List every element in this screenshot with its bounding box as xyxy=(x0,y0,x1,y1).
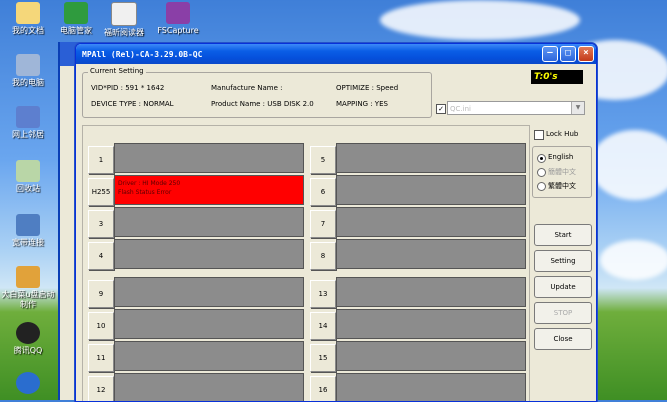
port-button-9[interactable]: 9 xyxy=(88,280,114,308)
vid-pid-value: VID*PID : 591 * 1642 xyxy=(91,84,165,92)
port-status-9 xyxy=(114,277,304,307)
desktop-icon-qq[interactable]: 腾讯QQ xyxy=(0,322,56,356)
tos-logo: T:0's xyxy=(531,70,583,84)
network-icon xyxy=(16,106,40,128)
archive-icon xyxy=(166,2,190,24)
desktop-icon-fscapture[interactable]: FSCapture xyxy=(150,2,206,36)
computer-icon xyxy=(16,54,40,76)
current-setting-group xyxy=(82,72,432,118)
minimize-button[interactable]: – xyxy=(542,46,558,62)
port-button-1[interactable]: 1 xyxy=(88,146,114,174)
desktop-icon-my-computer[interactable]: 我的电脑 xyxy=(0,54,56,88)
desktop-icon-label: 电脑管家 xyxy=(60,26,92,35)
port-status-16 xyxy=(336,373,526,401)
ini-checkbox[interactable]: ✓ xyxy=(436,104,446,114)
cloud xyxy=(590,130,667,200)
desktop-icon-label: 我的文档 xyxy=(12,26,44,35)
port-button-14[interactable]: 14 xyxy=(310,312,336,340)
desktop-icon-label: 回收站 xyxy=(16,184,40,193)
setting-button[interactable]: Setting xyxy=(534,250,592,272)
port-button-10[interactable]: 10 xyxy=(88,312,114,340)
window-titlebar[interactable]: MPAll (Rel)-CA-3.29.0B-QC – □ × xyxy=(76,44,596,64)
update-button[interactable]: Update xyxy=(534,276,592,298)
desktop-icon-search[interactable] xyxy=(0,372,56,396)
desktop-icon-label: 网上邻居 xyxy=(12,130,44,139)
penguin-icon xyxy=(16,322,40,344)
port-button-6[interactable]: 6 xyxy=(310,178,336,206)
connection-icon xyxy=(16,214,40,236)
language-label-traditional: 繁體中文 xyxy=(548,182,576,190)
desktop-icon-label: 我的电脑 xyxy=(12,78,44,87)
maximize-button[interactable]: □ xyxy=(560,46,576,62)
desktop-icon-recycle-bin[interactable]: 回收站 xyxy=(0,160,56,194)
language-radio-traditional[interactable] xyxy=(537,182,546,191)
ports-panel: 1 H255 Driver : HI Mode 250 Flash Status… xyxy=(82,125,530,401)
start-button[interactable]: Start xyxy=(534,224,592,246)
ini-file-value: QC.ini xyxy=(450,105,471,113)
folder-icon xyxy=(16,2,40,24)
port-status-14 xyxy=(336,309,526,339)
port-status-10 xyxy=(114,309,304,339)
language-radio-simplified[interactable] xyxy=(537,168,546,177)
port-status-8 xyxy=(336,239,526,269)
port-status-11 xyxy=(114,341,304,371)
desktop-icon-usb-maker[interactable]: 大白菜u盘启动制作 xyxy=(0,266,56,310)
device-type-value: DEVICE TYPE : NORMAL xyxy=(91,100,174,108)
usb-icon xyxy=(16,266,40,288)
port-button-11[interactable]: 11 xyxy=(88,344,114,372)
desktop-icon-foxit[interactable]: 福昕阅读器 xyxy=(96,2,152,38)
lock-hub-label: Lock Hub xyxy=(546,130,579,138)
language-label-simplified: 簡體中文 xyxy=(548,168,576,176)
desktop-icon-label: 福昕阅读器 xyxy=(104,28,144,37)
port-button-8[interactable]: 8 xyxy=(310,242,336,270)
manufacture-value: Manufacture Name : xyxy=(211,84,283,92)
port-status-13 xyxy=(336,277,526,307)
desktop-icon-network[interactable]: 网上邻居 xyxy=(0,106,56,140)
pdf-icon xyxy=(111,2,137,26)
port-button-16[interactable]: 16 xyxy=(310,376,336,401)
port-status-6 xyxy=(336,175,526,205)
port-status-7 xyxy=(336,207,526,237)
cloud xyxy=(380,0,580,40)
port-button-3[interactable]: 3 xyxy=(88,210,114,238)
port-status-2: Driver : HI Mode 250 Flash Status Error xyxy=(114,175,304,205)
ini-file-select[interactable]: QC.ini ▼ xyxy=(447,101,585,115)
port-button-4[interactable]: 4 xyxy=(88,242,114,270)
language-label-english: English xyxy=(548,153,574,161)
search-icon xyxy=(16,372,40,394)
port-button-7[interactable]: 7 xyxy=(310,210,336,238)
port-button-13[interactable]: 13 xyxy=(310,280,336,308)
product-name-value: Product Name : USB DISK 2.0 xyxy=(211,100,314,108)
desktop-icon-label: 腾讯QQ xyxy=(13,346,43,355)
port-button-12[interactable]: 12 xyxy=(88,376,114,401)
language-radio-english[interactable] xyxy=(537,154,546,163)
port-status-12 xyxy=(114,373,304,401)
close-window-button[interactable]: × xyxy=(578,46,594,62)
recycle-bin-icon xyxy=(16,160,40,182)
mpall-window: MPAll (Rel)-CA-3.29.0B-QC – □ × Current … xyxy=(75,43,597,402)
current-setting-label: Current Setting xyxy=(88,67,146,75)
port-button-5[interactable]: 5 xyxy=(310,146,336,174)
port-button-15[interactable]: 15 xyxy=(310,344,336,372)
port-button-2[interactable]: H255 xyxy=(88,178,114,206)
cloud xyxy=(600,240,667,280)
desktop-icon-label: FSCapture xyxy=(157,26,199,35)
window-title: MPAll (Rel)-CA-3.29.0B-QC xyxy=(82,49,203,59)
port-status-1 xyxy=(114,143,304,173)
close-button[interactable]: Close xyxy=(534,328,592,350)
lock-hub-checkbox[interactable] xyxy=(534,130,544,140)
port-status-3 xyxy=(114,207,304,237)
desktop-icon-label: 大白菜u盘启动制作 xyxy=(1,290,55,309)
desktop-icon-label: 宽带连接 xyxy=(12,238,44,247)
shield-icon xyxy=(64,2,88,24)
desktop-icon-broadband[interactable]: 宽带连接 xyxy=(0,214,56,248)
stop-button[interactable]: STOP xyxy=(534,302,592,324)
optimize-value: OPTIMIZE : Speed xyxy=(336,84,399,92)
port-status-15 xyxy=(336,341,526,371)
port-status-4 xyxy=(114,239,304,269)
chevron-down-icon[interactable]: ▼ xyxy=(571,102,584,114)
port-status-5 xyxy=(336,143,526,173)
mapping-value: MAPPING : YES xyxy=(336,100,388,108)
